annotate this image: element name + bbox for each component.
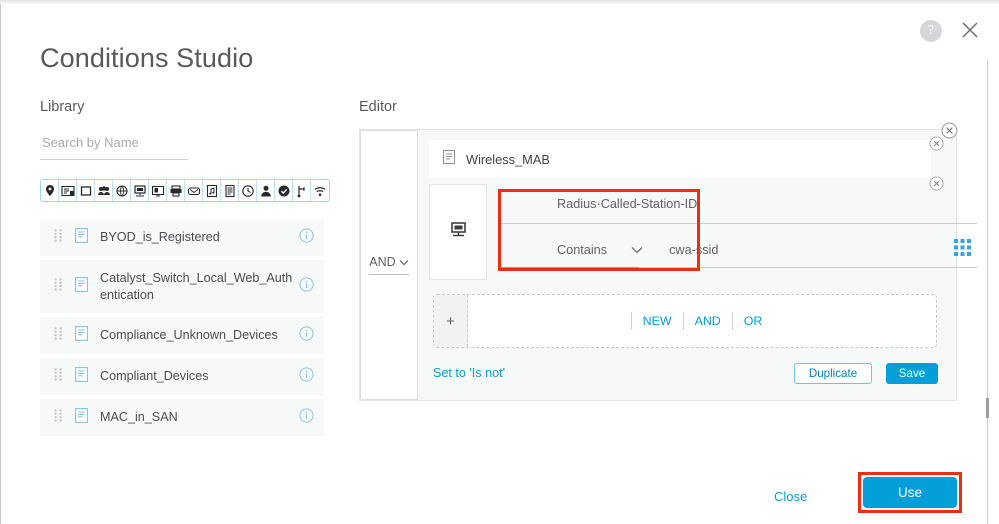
- library-list: BYOD_is_Registered Catalyst_Switch_Local_…: [40, 219, 324, 440]
- monitor-card-icon[interactable]: [149, 180, 167, 201]
- library-heading: Library: [40, 99, 85, 115]
- note-music-icon[interactable]: [203, 180, 221, 201]
- desktop-network-icon[interactable]: [131, 180, 149, 201]
- library-item-label: BYOD_is_Registered: [100, 230, 220, 244]
- grid-apps-icon[interactable]: [954, 239, 971, 261]
- close-x-icon[interactable]: [958, 18, 982, 42]
- condition-doc-icon: [75, 366, 89, 387]
- logic-operator-label: AND: [369, 255, 396, 269]
- info-icon[interactable]: [299, 276, 314, 297]
- help-circle-icon[interactable]: ?: [920, 20, 942, 42]
- condition-doc-icon: [75, 276, 89, 297]
- condition-fields: Radius·Called-Station-ID Contains cwa-ss…: [487, 184, 977, 280]
- logic-operator-dropdown[interactable]: AND: [369, 255, 409, 275]
- drag-handle-icon[interactable]: [54, 326, 66, 345]
- window-chrome-strip: [0, 0, 999, 4]
- location-pin-icon[interactable]: [41, 180, 59, 201]
- window-left-border: [0, 4, 1, 524]
- editor-block-library-reference[interactable]: Wireless_MAB: [429, 140, 931, 178]
- condition-operator-value[interactable]: Contains: [499, 243, 607, 257]
- operator-chevron-down-icon[interactable]: [631, 241, 643, 259]
- library-item-label: Compliant_Devices: [100, 369, 209, 383]
- add-row-or-button[interactable]: OR: [731, 312, 774, 330]
- close-button[interactable]: Close: [774, 489, 807, 504]
- search-field[interactable]: [40, 134, 188, 160]
- chevron-down-icon: [399, 259, 409, 265]
- remove-condition-icon[interactable]: [929, 176, 944, 191]
- condition-doc-icon: [75, 227, 89, 248]
- operator-underline: [499, 267, 639, 268]
- add-row-logic-buttons: NEW AND OR: [468, 295, 936, 347]
- library-item-label: MAC_in_SAN: [100, 410, 178, 424]
- editor-heading: Editor: [359, 99, 397, 115]
- add-condition-plus-button[interactable]: +: [434, 295, 468, 347]
- editor-add-row: + NEW AND OR: [433, 294, 937, 348]
- duplicate-button[interactable]: Duplicate: [794, 363, 872, 384]
- desktop-network-icon: [450, 221, 467, 243]
- person-icon[interactable]: [257, 180, 275, 201]
- condition-value-input[interactable]: cwa-ssid: [669, 243, 718, 257]
- branch-icon[interactable]: [293, 180, 311, 201]
- condition-device-iconbox: [429, 184, 487, 280]
- library-list-item[interactable]: BYOD_is_Registered: [40, 219, 324, 260]
- remove-library-reference-icon[interactable]: [929, 136, 944, 151]
- library-filter-iconbar[interactable]: [40, 179, 330, 202]
- library-item-label: Catalyst_Switch_Local_Web_Authentication: [100, 270, 293, 302]
- search-input[interactable]: [40, 135, 188, 154]
- library-item-label: Compliance_Unknown_Devices: [100, 328, 278, 342]
- condition-doc-icon: [443, 149, 455, 169]
- library-list-item[interactable]: MAC_in_SAN: [40, 399, 324, 440]
- use-button[interactable]: Use: [863, 477, 957, 508]
- scrollbar-thumb[interactable]: [986, 398, 989, 418]
- printer-icon[interactable]: [167, 180, 185, 201]
- check-circle-icon[interactable]: [275, 180, 293, 201]
- people-group-icon[interactable]: [95, 180, 113, 201]
- drag-handle-icon[interactable]: [54, 277, 66, 296]
- condition-attribute-value: Radius·Called-Station-ID: [557, 197, 698, 211]
- condition-doc-icon: [75, 407, 89, 428]
- add-row-and-button[interactable]: AND: [682, 312, 732, 330]
- page-title: Conditions Studio: [40, 43, 254, 73]
- drag-handle-icon[interactable]: [54, 408, 66, 427]
- clock-icon[interactable]: [239, 180, 257, 201]
- condition-operator-row: Contains cwa-ssid: [499, 239, 977, 268]
- add-row-new-button[interactable]: NEW: [630, 312, 683, 330]
- square-outline-icon[interactable]: [77, 180, 95, 201]
- info-icon[interactable]: [299, 407, 314, 428]
- set-to-is-not-link[interactable]: Set to 'Is not': [433, 366, 505, 380]
- library-reference-label: Wireless_MAB: [466, 151, 550, 167]
- drag-handle-icon[interactable]: [54, 228, 66, 247]
- info-icon[interactable]: [299, 227, 314, 248]
- library-list-item[interactable]: Compliance_Unknown_Devices: [40, 317, 324, 358]
- wifi-icon[interactable]: [311, 180, 329, 201]
- editor-logic-column: AND: [360, 130, 418, 400]
- envelope-icon[interactable]: [185, 180, 203, 201]
- form-card-icon[interactable]: [59, 180, 77, 201]
- info-icon[interactable]: [299, 366, 314, 387]
- library-list-item[interactable]: Compliant_Devices: [40, 358, 324, 399]
- condition-doc-icon: [75, 325, 89, 346]
- condition-attribute-field[interactable]: Radius·Called-Station-ID: [499, 195, 977, 224]
- globe-icon[interactable]: [113, 180, 131, 201]
- drag-handle-icon[interactable]: [54, 367, 66, 386]
- scrollbar-track[interactable]: [987, 60, 988, 524]
- server-rack-icon[interactable]: [221, 180, 239, 201]
- editor-condition-row: Radius·Called-Station-ID Contains cwa-ss…: [429, 184, 977, 280]
- library-list-item[interactable]: Catalyst_Switch_Local_Web_Authentication: [40, 260, 324, 317]
- info-icon[interactable]: [299, 325, 314, 346]
- save-button[interactable]: Save: [886, 363, 938, 384]
